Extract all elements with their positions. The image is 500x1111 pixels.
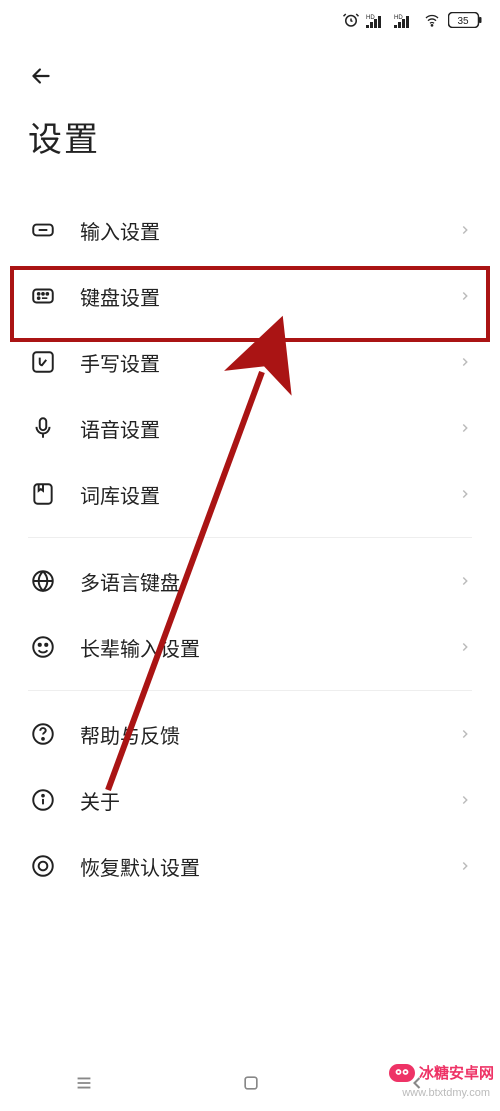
chevron-right-icon [458, 859, 472, 873]
battery-icon: 35 [448, 12, 482, 28]
signal-icon: HD [366, 12, 388, 28]
chevron-right-icon [458, 355, 472, 369]
chevron-right-icon [458, 793, 472, 807]
divider [28, 690, 472, 691]
row-multilang-keyboard[interactable]: 多语言键盘 [0, 548, 500, 614]
chevron-right-icon [458, 289, 472, 303]
reset-icon [28, 851, 58, 881]
svg-text:HD: HD [366, 15, 375, 21]
row-label: 帮助与反馈 [80, 720, 458, 749]
row-label: 键盘设置 [80, 282, 458, 311]
status-bar: HD HD 35 [0, 0, 500, 40]
menu-icon [73, 1072, 95, 1094]
globe-icon [28, 566, 58, 596]
row-keyboard-settings[interactable]: 键盘设置 [0, 263, 500, 329]
page-title: 设置 [28, 112, 472, 161]
row-label: 手写设置 [80, 348, 458, 377]
row-help-feedback[interactable]: 帮助与反馈 [0, 701, 500, 767]
watermark-text: 冰糖安卓网 [419, 1062, 494, 1083]
settings-list: 输入设置 键盘设置 手写设置 语音设置 词库设置 多语言键盘 [0, 169, 500, 899]
square-icon [241, 1073, 261, 1093]
signal2-icon: HD [394, 12, 416, 28]
row-label: 长辈输入设置 [80, 633, 458, 662]
input-icon [28, 215, 58, 245]
info-icon [28, 785, 58, 815]
keyboard-icon [28, 281, 58, 311]
watermark-url: www.btxtdmy.com [402, 1087, 490, 1099]
row-elder-input[interactable]: 长辈输入设置 [0, 614, 500, 680]
help-icon [28, 719, 58, 749]
divider [28, 537, 472, 538]
bookmark-icon [28, 479, 58, 509]
row-label: 关于 [80, 786, 458, 815]
nav-home-button[interactable] [241, 1073, 261, 1098]
chevron-right-icon [458, 727, 472, 741]
row-label: 词库设置 [80, 480, 458, 509]
header: 设置 [0, 40, 500, 169]
alarm-icon [342, 11, 360, 29]
mic-icon [28, 413, 58, 443]
row-label: 语音设置 [80, 414, 458, 443]
row-label: 恢复默认设置 [80, 852, 458, 881]
row-input-settings[interactable]: 输入设置 [0, 197, 500, 263]
row-handwrite-settings[interactable]: 手写设置 [0, 329, 500, 395]
chevron-right-icon [458, 574, 472, 588]
arrow-left-icon [28, 63, 54, 89]
chevron-right-icon [458, 640, 472, 654]
row-voice-settings[interactable]: 语音设置 [0, 395, 500, 461]
nav-recent-button[interactable] [73, 1072, 95, 1099]
watermark-bubble-icon [389, 1064, 415, 1082]
row-label: 输入设置 [80, 216, 458, 245]
svg-text:35: 35 [457, 16, 469, 27]
row-about[interactable]: 关于 [0, 767, 500, 833]
row-dict-settings[interactable]: 词库设置 [0, 461, 500, 527]
row-reset-defaults[interactable]: 恢复默认设置 [0, 833, 500, 899]
watermark: 冰糖安卓网 [389, 1062, 494, 1083]
svg-text:HD: HD [394, 15, 403, 21]
back-button[interactable] [28, 58, 64, 94]
chevron-right-icon [458, 487, 472, 501]
wifi-icon [422, 12, 442, 28]
elder-icon [28, 632, 58, 662]
chevron-right-icon [458, 223, 472, 237]
row-label: 多语言键盘 [80, 567, 458, 596]
handwrite-icon [28, 347, 58, 377]
chevron-right-icon [458, 421, 472, 435]
